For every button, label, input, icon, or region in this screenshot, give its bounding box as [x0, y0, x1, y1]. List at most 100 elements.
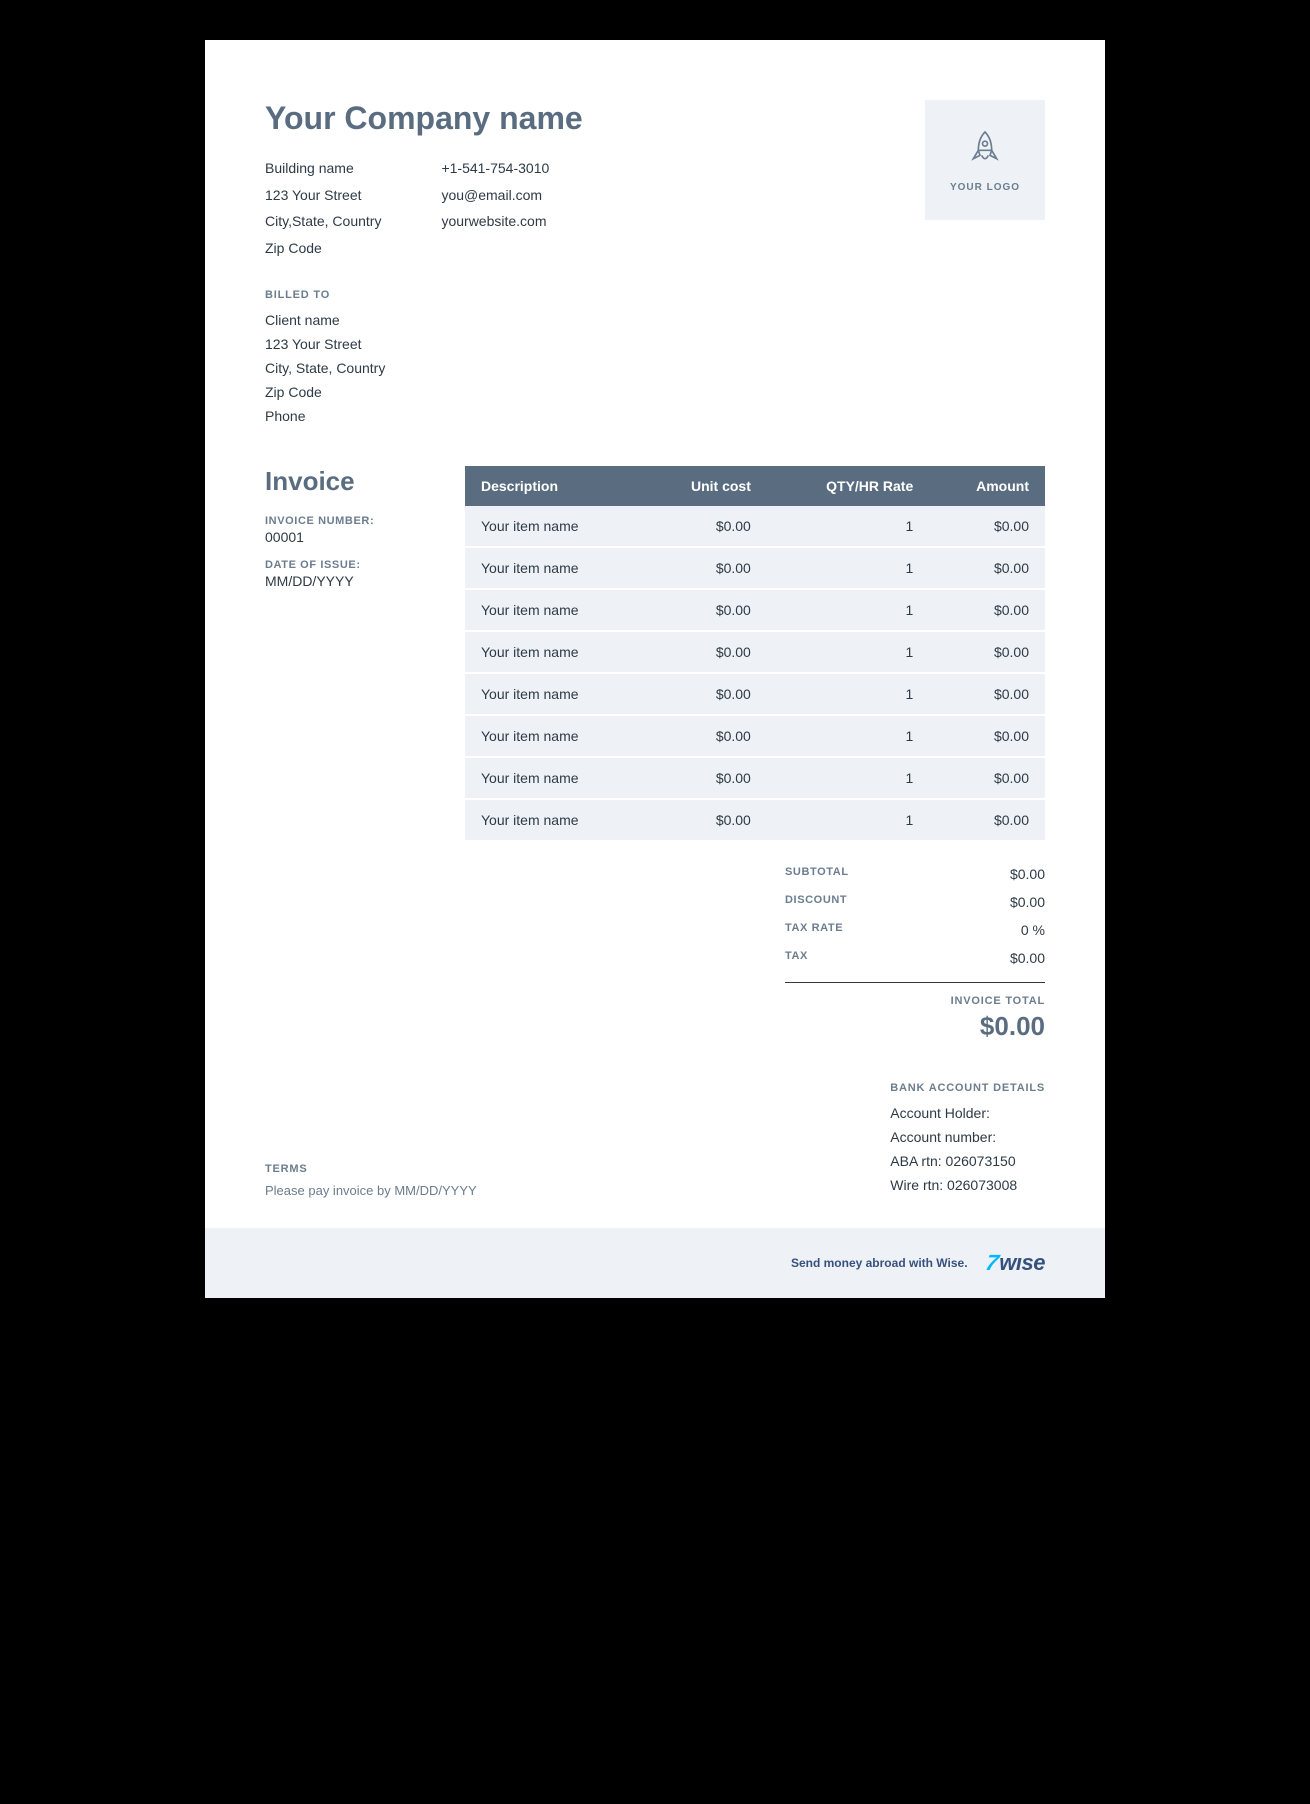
item-description: Your item name: [465, 673, 642, 715]
address-building: Building name: [265, 155, 381, 182]
item-unit-cost: $0.00: [642, 547, 767, 589]
invoice-title: Invoice: [265, 466, 435, 497]
bank-details-block: BANK ACCOUNT DETAILS Account Holder: Acc…: [890, 1082, 1045, 1197]
terms-text: Please pay invoice by MM/DD/YYYY: [265, 1183, 477, 1198]
subtotal-value: $0.00: [1010, 866, 1045, 882]
totals-block: SUBTOTAL $0.00 DISCOUNT $0.00 TAX RATE 0…: [785, 860, 1045, 1042]
wire-rtn: Wire rtn: 026073008: [890, 1174, 1045, 1198]
account-number: Account number:: [890, 1126, 1045, 1150]
item-unit-cost: $0.00: [642, 673, 767, 715]
discount-value: $0.00: [1010, 894, 1045, 910]
company-contact: +1-541-754-3010 you@email.com yourwebsit…: [441, 155, 549, 261]
item-qty: 1: [767, 757, 929, 799]
contact-website: yourwebsite.com: [441, 208, 549, 235]
company-name: Your Company name: [265, 100, 925, 137]
invoice-page: Your Company name Building name 123 Your…: [205, 40, 1105, 1298]
item-amount: $0.00: [929, 589, 1045, 631]
item-qty: 1: [767, 715, 929, 757]
item-unit-cost: $0.00: [642, 715, 767, 757]
table-row: Your item name$0.001$0.00: [465, 631, 1045, 673]
table-row: Your item name$0.001$0.00: [465, 673, 1045, 715]
item-unit-cost: $0.00: [642, 799, 767, 841]
col-description: Description: [465, 466, 642, 506]
table-row: Your item name$0.001$0.00: [465, 547, 1045, 589]
item-qty: 1: [767, 673, 929, 715]
item-description: Your item name: [465, 506, 642, 547]
item-qty: 1: [767, 589, 929, 631]
header: Your Company name Building name 123 Your…: [265, 100, 1045, 261]
invoice-number: 00001: [265, 529, 435, 545]
item-unit-cost: $0.00: [642, 757, 767, 799]
item-qty: 1: [767, 547, 929, 589]
footer-text: Send money abroad with Wise.: [791, 1256, 968, 1270]
item-amount: $0.00: [929, 506, 1045, 547]
col-amount: Amount: [929, 466, 1045, 506]
item-qty: 1: [767, 631, 929, 673]
client-street: 123 Your Street: [265, 333, 1045, 357]
item-qty: 1: [767, 799, 929, 841]
tax-value: $0.00: [1010, 950, 1045, 966]
address-zip: Zip Code: [265, 235, 381, 262]
table-row: Your item name$0.001$0.00: [465, 799, 1045, 841]
totals-divider: [785, 982, 1045, 983]
client-name: Client name: [265, 309, 1045, 333]
rocket-icon: [965, 127, 1005, 172]
company-address: Building name 123 Your Street City,State…: [265, 155, 381, 261]
invoice-total-label: INVOICE TOTAL: [785, 995, 1045, 1007]
date-of-issue-label: DATE OF ISSUE:: [265, 559, 435, 571]
table-row: Your item name$0.001$0.00: [465, 715, 1045, 757]
item-description: Your item name: [465, 631, 642, 673]
date-of-issue: MM/DD/YYYY: [265, 573, 435, 589]
item-description: Your item name: [465, 589, 642, 631]
address-street: 123 Your Street: [265, 182, 381, 209]
contact-phone: +1-541-754-3010: [441, 155, 549, 182]
item-amount: $0.00: [929, 715, 1045, 757]
item-amount: $0.00: [929, 547, 1045, 589]
company-block: Your Company name Building name 123 Your…: [265, 100, 925, 261]
table-row: Your item name$0.001$0.00: [465, 757, 1045, 799]
bank-details-label: BANK ACCOUNT DETAILS: [890, 1082, 1045, 1094]
invoice-number-label: INVOICE NUMBER:: [265, 515, 435, 527]
table-row: Your item name$0.001$0.00: [465, 589, 1045, 631]
logo-placeholder-text: YOUR LOGO: [950, 182, 1020, 193]
item-unit-cost: $0.00: [642, 589, 767, 631]
footer: Send money abroad with Wise. 7wıse: [205, 1228, 1105, 1298]
item-description: Your item name: [465, 547, 642, 589]
contact-email: you@email.com: [441, 182, 549, 209]
item-amount: $0.00: [929, 757, 1045, 799]
tax-rate-value: 0 %: [1021, 922, 1045, 938]
item-amount: $0.00: [929, 673, 1045, 715]
item-description: Your item name: [465, 757, 642, 799]
col-unit-cost: Unit cost: [642, 466, 767, 506]
terms-block: TERMS Please pay invoice by MM/DD/YYYY: [265, 1163, 477, 1198]
account-holder: Account Holder:: [890, 1102, 1045, 1126]
client-zip: Zip Code: [265, 381, 1045, 405]
item-qty: 1: [767, 506, 929, 547]
wise-logo: 7wıse: [986, 1250, 1045, 1276]
address-city: City,State, Country: [265, 208, 381, 235]
item-unit-cost: $0.00: [642, 631, 767, 673]
invoice-total-value: $0.00: [785, 1011, 1045, 1042]
tax-label: TAX: [785, 950, 808, 966]
item-amount: $0.00: [929, 799, 1045, 841]
billed-to-block: Client name 123 Your Street City, State,…: [265, 309, 1045, 428]
subtotal-label: SUBTOTAL: [785, 866, 849, 882]
client-city: City, State, Country: [265, 357, 1045, 381]
item-description: Your item name: [465, 715, 642, 757]
wise-flag-icon: 7: [983, 1250, 1000, 1276]
item-description: Your item name: [465, 799, 642, 841]
col-qty: QTY/HR Rate: [767, 466, 929, 506]
tax-rate-label: TAX RATE: [785, 922, 843, 938]
table-row: Your item name$0.001$0.00: [465, 506, 1045, 547]
client-phone: Phone: [265, 405, 1045, 429]
terms-label: TERMS: [265, 1163, 477, 1175]
billed-to-label: BILLED TO: [265, 289, 1045, 301]
item-unit-cost: $0.00: [642, 506, 767, 547]
discount-label: DISCOUNT: [785, 894, 847, 910]
logo-placeholder: YOUR LOGO: [925, 100, 1045, 220]
invoice-meta: Invoice INVOICE NUMBER: 00001 DATE OF IS…: [265, 466, 435, 1042]
item-amount: $0.00: [929, 631, 1045, 673]
wise-brand-text: wıse: [999, 1250, 1045, 1275]
aba-rtn: ABA rtn: 026073150: [890, 1150, 1045, 1174]
line-items-table: Description Unit cost QTY/HR Rate Amount…: [465, 466, 1045, 842]
